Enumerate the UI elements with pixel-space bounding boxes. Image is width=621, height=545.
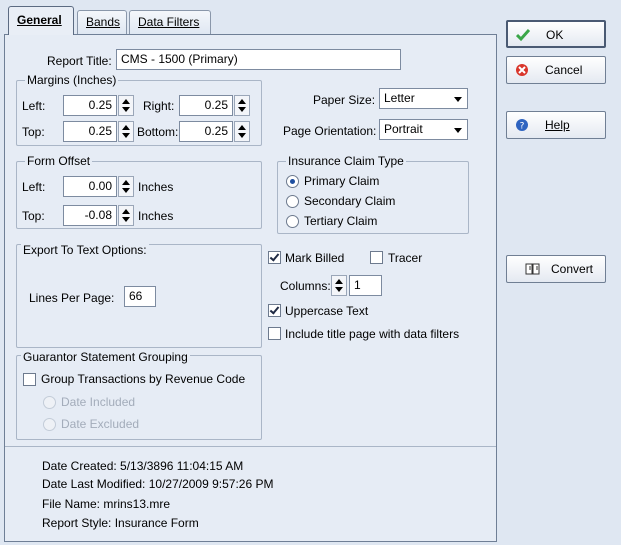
- offset-top-input[interactable]: -0.08: [63, 205, 117, 226]
- mark-billed-label: Mark Billed: [285, 251, 345, 265]
- report-style: Report Style: Insurance Form: [42, 516, 199, 530]
- date-created: Date Created: 5/13/3896 11:04:15 AM: [42, 459, 244, 473]
- checkmark-icon: [269, 251, 280, 262]
- svg-text:?: ?: [520, 122, 525, 132]
- offset-top-spinner[interactable]: [118, 205, 134, 226]
- help-button[interactable]: ? Help: [506, 111, 606, 139]
- date-excluded-radio[interactable]: [43, 418, 56, 431]
- export-options-title: Export To Text Options:: [21, 243, 149, 257]
- margin-bottom-input[interactable]: 0.25: [179, 121, 233, 142]
- tab-data-filters-label: Data Filters: [138, 15, 200, 29]
- uppercase-text-label: Uppercase Text: [285, 304, 369, 318]
- tab-general-label: General: [17, 13, 62, 27]
- columns-spinner[interactable]: [331, 275, 347, 296]
- margin-top-label: Top:: [22, 125, 45, 139]
- cancel-button[interactable]: Cancel: [506, 56, 606, 84]
- convert-button-label: Convert: [551, 262, 594, 276]
- include-title-page-label: Include title page with data filters: [285, 327, 460, 341]
- cancel-button-label: Cancel: [545, 63, 583, 77]
- date-included-label: Date Included: [61, 395, 136, 409]
- chevron-down-icon: [454, 128, 462, 133]
- checkmark-icon: [516, 29, 530, 42]
- cancel-icon: [516, 64, 528, 76]
- offset-left-input[interactable]: 0.00: [63, 176, 117, 197]
- tab-bands[interactable]: Bands: [77, 10, 127, 34]
- ok-button[interactable]: OK: [506, 20, 606, 48]
- chevron-down-icon: [454, 97, 462, 102]
- tracer-checkbox[interactable]: [370, 251, 383, 264]
- margin-right-input[interactable]: 0.25: [179, 95, 233, 116]
- mark-billed-checkbox[interactable]: [268, 251, 281, 264]
- date-included-radio[interactable]: [43, 396, 56, 409]
- margin-right-label: Right:: [143, 99, 175, 113]
- margin-left-spinner[interactable]: [118, 95, 134, 116]
- date-last-modified: Date Last Modified: 10/27/2009 9:57:26 P…: [42, 477, 274, 491]
- tab-data-filters[interactable]: Data Filters: [129, 10, 211, 34]
- paper-size-label: Paper Size:: [313, 93, 376, 107]
- insurance-claim-type-group: Insurance Claim Type Primary Claim Secon…: [277, 154, 469, 234]
- lines-per-page-label: Lines Per Page:: [29, 291, 115, 305]
- page-orientation-label: Page Orientation:: [283, 124, 377, 138]
- page-orientation-value: Portrait: [384, 122, 423, 136]
- help-button-label: Help: [545, 118, 570, 132]
- offset-left-unit: Inches: [138, 180, 174, 194]
- margin-right-spinner[interactable]: [234, 95, 250, 116]
- paper-size-select[interactable]: Letter: [379, 88, 468, 109]
- form-offset-group-title: Form Offset: [25, 154, 93, 168]
- paper-size-value: Letter: [384, 91, 415, 105]
- ok-button-label: OK: [546, 28, 564, 42]
- tab-bands-label: Bands: [86, 15, 121, 29]
- margin-bottom-spinner[interactable]: [234, 121, 250, 142]
- secondary-claim-radio[interactable]: [286, 195, 299, 208]
- file-name: File Name: mrins13.mre: [42, 497, 171, 511]
- margin-left-label: Left:: [22, 99, 46, 113]
- guarantor-group: Guarantor Statement Grouping Group Trans…: [16, 350, 262, 440]
- tab-general[interactable]: General: [8, 6, 74, 35]
- group-by-revenue-label: Group Transactions by Revenue Code: [41, 372, 246, 386]
- primary-claim-radio[interactable]: [286, 175, 299, 188]
- report-title-label: Report Title:: [47, 54, 112, 68]
- primary-claim-label: Primary Claim: [304, 174, 380, 188]
- insurance-claim-type-title: Insurance Claim Type: [286, 154, 406, 168]
- convert-icon: [525, 263, 540, 275]
- margin-left-input[interactable]: 0.25: [63, 95, 117, 116]
- margin-top-input[interactable]: 0.25: [63, 121, 117, 142]
- margins-group: Margins (Inches) Left: 0.25 Right: 0.25 …: [16, 73, 262, 146]
- include-title-page-checkbox[interactable]: [268, 327, 281, 340]
- page-orientation-select[interactable]: Portrait: [379, 119, 468, 140]
- offset-left-label: Left:: [22, 180, 46, 194]
- guarantor-title: Guarantor Statement Grouping: [21, 350, 190, 364]
- offset-top-label: Top:: [22, 209, 45, 223]
- tertiary-claim-label: Tertiary Claim: [304, 214, 378, 228]
- offset-left-spinner[interactable]: [118, 176, 134, 197]
- columns-label: Columns:: [280, 279, 331, 293]
- tracer-label: Tracer: [388, 251, 423, 265]
- uppercase-text-checkbox[interactable]: [268, 304, 281, 317]
- export-options-group: Export To Text Options: Lines Per Page: …: [16, 243, 262, 348]
- columns-input[interactable]: 1: [349, 275, 382, 296]
- margins-group-title: Margins (Inches): [25, 73, 119, 87]
- report-info: Date Created: 5/13/3896 11:04:15 AM Date…: [5, 446, 496, 541]
- convert-button[interactable]: Convert: [506, 255, 606, 283]
- offset-top-unit: Inches: [138, 209, 174, 223]
- checkmark-icon: [269, 304, 280, 315]
- tertiary-claim-radio[interactable]: [286, 215, 299, 228]
- form-offset-group: Form Offset Left: 0.00 Inches Top: -0.08…: [16, 154, 262, 229]
- secondary-claim-label: Secondary Claim: [304, 194, 396, 208]
- report-title-input[interactable]: CMS - 1500 (Primary): [116, 49, 401, 70]
- help-icon: ?: [516, 119, 528, 132]
- date-excluded-label: Date Excluded: [61, 417, 140, 431]
- margin-top-spinner[interactable]: [118, 121, 134, 142]
- radio-selected-dot: [290, 179, 295, 184]
- group-by-revenue-checkbox[interactable]: [23, 373, 36, 386]
- lines-per-page-input[interactable]: 66: [124, 286, 156, 307]
- margin-bottom-label: Bottom:: [137, 125, 179, 139]
